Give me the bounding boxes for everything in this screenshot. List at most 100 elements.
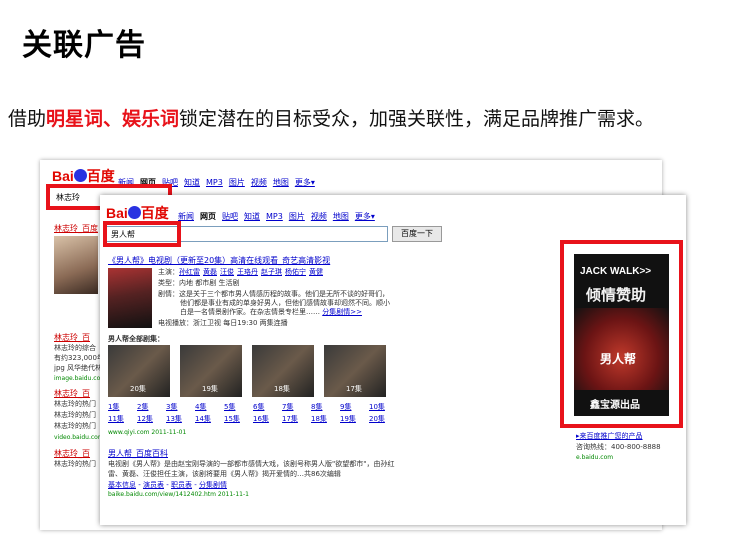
episode-link[interactable]: 2集	[137, 402, 166, 412]
subtitle-highlight: 明星词、娱乐词	[46, 108, 180, 130]
cast-link[interactable]: 黄磊	[203, 268, 217, 276]
episode-link[interactable]: 12集	[137, 414, 166, 424]
back-result-url: image.baidu.com	[54, 375, 107, 382]
nav-zhidao[interactable]: 知道	[184, 178, 200, 187]
episode-link[interactable]: 7集	[282, 402, 311, 412]
episode-link[interactable]: 16集	[253, 414, 282, 424]
episode-thumbnail[interactable]: 17集	[324, 345, 386, 397]
cast-link[interactable]: 黄健	[309, 268, 323, 276]
ad-cast-photo	[574, 308, 669, 390]
sublink[interactable]: 演员表	[143, 481, 164, 489]
drama-poster[interactable]	[108, 268, 152, 328]
nav-image[interactable]: 图片	[229, 178, 245, 187]
episode-thumbnail[interactable]: 18集	[252, 345, 314, 397]
back-search-input[interactable]: 林志玲	[56, 192, 80, 203]
episodes-heading: 男人帮全部剧集：	[108, 335, 164, 343]
ad-brand: JACK WALK>>	[580, 266, 652, 277]
cast-link[interactable]: 汪俊	[220, 268, 234, 276]
back-result-title[interactable]: 林志玲_百	[54, 332, 90, 343]
back-result-line: 林志玲的热门	[54, 400, 96, 408]
sublink[interactable]: 分集剧情	[199, 481, 227, 489]
nav-map[interactable]: 地图	[333, 212, 349, 221]
episode-link[interactable]: 4集	[195, 402, 224, 412]
query-highlight-box	[103, 221, 181, 247]
plot-line: 剧情：这是关于三个都市男人情感历程的故事。他们是无所不谈的好哥们，	[158, 290, 389, 298]
subtitle-prefix: 借助	[8, 108, 47, 130]
ad-footer: 鑫宝源出品	[590, 400, 640, 411]
episode-link[interactable]: 9集	[340, 402, 369, 412]
hotline-text: 咨询热线：400-800-8888	[576, 443, 661, 451]
nav-video[interactable]: 视频	[251, 178, 267, 187]
back-result-line: 林志玲的热门	[54, 411, 96, 419]
front-search-screenshot: Bai 百度 新闻 网页 贴吧 知道 MP3 图片 视频 地图 更多▾ 男人帮 百度一下 《男人帮…	[100, 195, 686, 525]
sublink[interactable]: 基本信息	[108, 481, 136, 489]
episode-link[interactable]: 17集	[282, 414, 311, 424]
result-title[interactable]: 男人帮_百度百科	[108, 448, 168, 459]
back-result-line: 林志玲的热门	[54, 422, 96, 430]
episode-link[interactable]: 11集	[108, 414, 137, 424]
back-result-title[interactable]: 林志玲_百度	[54, 223, 98, 234]
episode-link[interactable]: 10集	[369, 402, 398, 412]
search-button[interactable]: 百度一下	[392, 226, 442, 242]
type-line: 类型：内地 都市剧 生活剧	[158, 279, 240, 287]
nav-video[interactable]: 视频	[311, 212, 327, 221]
nav-news[interactable]: 新闻	[178, 212, 194, 221]
result-url: baike.baidu.com/view/1412402.htm 2011-11…	[108, 491, 249, 498]
baidu-paw-icon	[73, 169, 87, 182]
ad-highlight-box: JACK WALK>> 倾情赞助 男人帮 鑫宝源出品	[560, 240, 683, 428]
nav-tieba[interactable]: 贴吧	[222, 212, 238, 221]
back-result-title[interactable]: 林志玲_百	[54, 388, 90, 399]
cast-link[interactable]: 孙红雷	[179, 268, 200, 276]
nav-mp3[interactable]: MP3	[266, 212, 283, 221]
episode-link[interactable]: 14集	[195, 414, 224, 424]
back-result-url: video.baidu.com	[54, 434, 104, 441]
back-result-line: 林志玲的热门	[54, 460, 96, 468]
ad-show-title: 男人帮	[600, 352, 637, 366]
plot-line: 他们都是事业有成的单身好男人，但他们感情故事却迥然不同。顺小	[180, 299, 390, 307]
episode-link[interactable]: 18集	[311, 414, 340, 424]
episode-link[interactable]: 19集	[340, 414, 369, 424]
cast-link[interactable]: 杨佑宁	[285, 268, 306, 276]
baidu-paw-icon	[127, 206, 141, 219]
sponsor-ad-banner[interactable]: JACK WALK>> 倾情赞助 男人帮 鑫宝源出品	[574, 254, 669, 416]
episode-link[interactable]: 8集	[311, 402, 340, 412]
episode-link[interactable]: 15集	[224, 414, 253, 424]
nav-mp3[interactable]: MP3	[206, 178, 223, 187]
promo-link[interactable]: ▸来百度推广您的产品	[576, 431, 643, 441]
back-result-line: 有约323,000年	[54, 354, 104, 362]
back-result-line: 林志玲的综合	[54, 344, 96, 352]
nav-more[interactable]: 更多▾	[355, 212, 375, 221]
nav-image[interactable]: 图片	[289, 212, 305, 221]
result-url: www.qiyi.com 2011-11-01	[108, 429, 187, 436]
subtitle-suffix: 锁定潜在的目标受众，加强关联性，满足品牌推广需求。	[179, 108, 655, 130]
nav-web[interactable]: 网页	[200, 212, 216, 221]
nav-zhidao[interactable]: 知道	[244, 212, 260, 221]
episode-link[interactable]: 13集	[166, 414, 195, 424]
cast-link[interactable]: 赵子琪	[261, 268, 282, 276]
back-result-line: jpg 风华绝代林	[54, 364, 103, 372]
nav-map[interactable]: 地图	[273, 178, 289, 187]
nav-more[interactable]: 更多▾	[295, 178, 315, 187]
result-title[interactable]: 《男人帮》电视剧（更新至20集）高清在线观看_奇艺高清影视	[108, 255, 330, 266]
cast-link[interactable]: 王珞丹	[237, 268, 258, 276]
celebrity-photo[interactable]	[54, 236, 98, 294]
episode-link[interactable]: 5集	[224, 402, 253, 412]
sublink[interactable]: 职员表	[171, 481, 192, 489]
baidu-logo[interactable]: Bai 百度	[52, 166, 115, 186]
episode-thumbnail[interactable]: 19集	[180, 345, 242, 397]
plot-line: 白是一名情景剧作家。在杂志情景专栏里…… 分集剧情>>	[180, 308, 362, 316]
result-snippet: 雷、黄磊、汪俊担任主演，该剧将要用《男人帮》揭开爱情的…共86次编辑	[108, 470, 341, 478]
episode-link[interactable]: 6集	[253, 402, 282, 412]
back-result-title[interactable]: 林志玲_百	[54, 448, 90, 459]
episode-link[interactable]: 20集	[369, 414, 398, 424]
episode-thumbnail[interactable]: 20集	[108, 345, 170, 397]
baidu-logo[interactable]: Bai 百度	[106, 203, 169, 223]
airtime-line: 电视播放：浙江卫视 每日19:30 两集连播	[158, 319, 288, 327]
result-snippet: 电视剧《男人帮》是由赵宝刚导演的一部都市感情大戏，该剧号称男人版"欲望都市"，由…	[108, 460, 395, 468]
episode-link[interactable]: 3集	[166, 402, 195, 412]
front-nav: 新闻 网页 贴吧 知道 MP3 图片 视频 地图 更多▾	[178, 211, 381, 222]
ad-url: e.baidu.com	[576, 454, 614, 461]
episode-link[interactable]: 1集	[108, 402, 137, 412]
page-title: 关联广告	[22, 28, 146, 63]
plot-more-link[interactable]: 分集剧情>>	[322, 308, 362, 316]
